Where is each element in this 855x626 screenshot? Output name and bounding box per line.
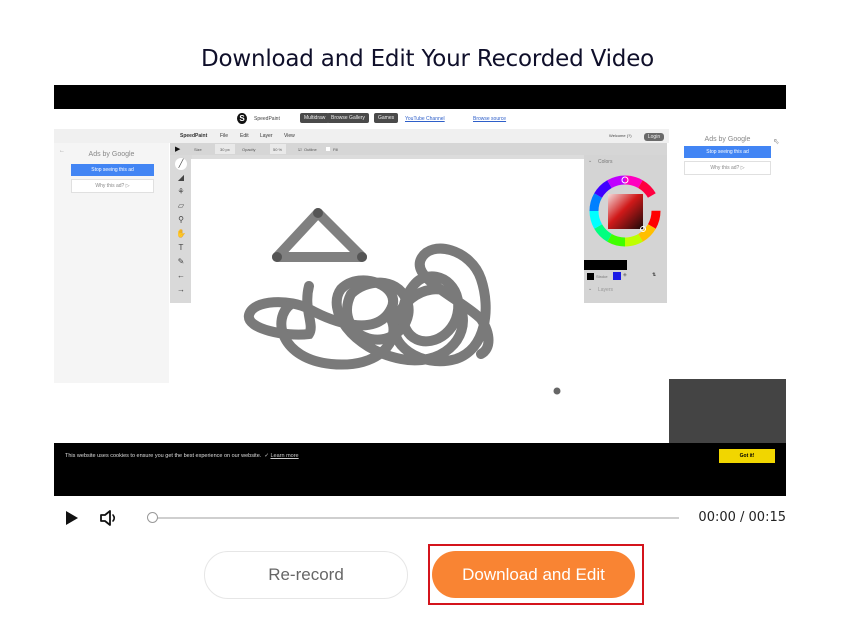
tool-strip: ╱ ◢ ⚘ ▱ ⚲ ✋ T ✎ ← → <box>170 155 192 303</box>
stamp-icon: ⚘ <box>177 187 185 196</box>
fill-checkbox <box>326 147 330 151</box>
brush-icon: ╱ <box>175 158 187 170</box>
stroke-label: Stroke <box>596 274 608 279</box>
video-controls: 00:00 / 00:15 <box>54 505 786 531</box>
color-panel: ⌄ Colors Stroke ◈ ⇅ ⌄ Layers <box>584 155 667 303</box>
bucket-icon: ◢ <box>177 173 185 182</box>
cookie-banner: This website uses cookies to ensure you … <box>54 443 786 496</box>
hand-icon: ✋ <box>176 229 186 238</box>
ad-why-button-right: Why this ad? ▷ <box>684 161 771 175</box>
ad-stop-button: Stop seeing this ad <box>71 164 154 176</box>
size-value: 30 px <box>220 147 230 152</box>
cursor-icon: ▶ <box>175 146 181 153</box>
login-button: Login <box>644 133 664 141</box>
canvas-dot <box>553 387 561 395</box>
menu-file: File <box>220 133 229 139</box>
brand-name: SpeedPaint <box>254 116 280 122</box>
video-preview[interactable]: S SpeedPaint Multidraw Browse Gallery Ga… <box>54 85 786 496</box>
redo-arrow-icon: → <box>177 285 185 294</box>
layers-chevron-icon: ⌄ <box>588 286 593 292</box>
ad-why-button: Why this ad? ▷ <box>71 179 154 193</box>
fill-bucket-icon: ◈ <box>623 272 627 278</box>
colors-header: Colors <box>598 159 613 165</box>
ad-left: ← Ads by Google Stop seeing this ad Why … <box>54 143 169 383</box>
nav-browse-source-link: Browse source <box>473 116 507 122</box>
opacity-value: 50 % <box>273 147 283 152</box>
time-display: 00:00 / 00:15 <box>698 510 786 525</box>
page-title: Download and Edit Your Recorded Video <box>200 46 655 73</box>
rerecord-button[interactable]: Re-record <box>204 551 408 599</box>
welcome-text: Welcome (?) <box>609 133 632 138</box>
cookie-text: This website uses cookies to ensure you … <box>65 453 299 459</box>
layers-header: Layers <box>598 287 614 293</box>
dark-panel <box>669 379 786 443</box>
current-color-bar <box>584 260 627 270</box>
zoom-icon: ⚲ <box>178 215 184 224</box>
menu-layer: Layer <box>260 133 273 139</box>
app-menubar: SpeedPaint File Edit Layer View Welcome … <box>54 129 669 143</box>
eyedropper-icon: ✎ <box>177 257 185 266</box>
drawing-svg <box>244 208 561 395</box>
color-wheel <box>589 175 661 247</box>
secondary-color-swatch <box>613 272 621 280</box>
menu-edit: Edit <box>240 133 249 139</box>
outline-label: Outline <box>304 147 317 152</box>
outline-checkbox: ☑ <box>298 147 302 152</box>
text-icon: T <box>178 243 184 252</box>
play-icon[interactable] <box>66 511 78 525</box>
primary-color-swatch <box>587 273 594 280</box>
ad-header-right: Ads by Google <box>704 136 751 143</box>
size-label: Size <box>194 147 202 152</box>
volume-icon[interactable] <box>99 510 119 526</box>
saturation-square <box>608 194 643 229</box>
menu-view: View <box>284 133 295 139</box>
ad-header: Ads by Google <box>88 151 135 158</box>
nav-browse-gallery: Browse Gallery <box>327 113 369 123</box>
fill-label: Fill <box>333 147 339 152</box>
colors-chevron-icon: ⌄ <box>588 158 593 164</box>
seek-bar[interactable] <box>149 517 679 519</box>
menu-speedpaint: SpeedPaint <box>180 133 208 139</box>
speedpaint-logo-icon: S <box>237 113 247 124</box>
opacity-label: Opacity <box>242 147 256 152</box>
site-topbar: S SpeedPaint Multidraw Browse Gallery Ga… <box>54 109 786 129</box>
sketch-scribble <box>244 243 494 370</box>
nav-youtube-link: YouTube Channel <box>405 116 445 122</box>
undo-arrow-icon: ← <box>177 271 185 280</box>
recorded-webpage: S SpeedPaint Multidraw Browse Gallery Ga… <box>54 109 786 463</box>
ad-stop-button-right: Stop seeing this ad <box>684 146 771 158</box>
cookie-message: This website uses cookies to ensure you … <box>65 453 262 459</box>
eraser-icon: ▱ <box>177 201 185 210</box>
cookie-learn-more-link: Learn more <box>270 453 299 459</box>
swap-colors-icon: ⇅ <box>652 272 657 278</box>
nav-games: Games <box>374 113 399 123</box>
seek-thumb[interactable] <box>147 512 158 523</box>
sketch-triangle <box>272 208 367 262</box>
drawing-canvas <box>191 159 584 443</box>
nav-multidraw: Multidraw <box>300 113 330 123</box>
tool-options-bar: ▶ Size 30 px Opacity 50 % ☑ Outline Fill <box>170 143 667 155</box>
cookie-got-it-button: Got it! <box>719 449 775 463</box>
download-and-edit-button[interactable]: Download and Edit <box>432 551 635 598</box>
